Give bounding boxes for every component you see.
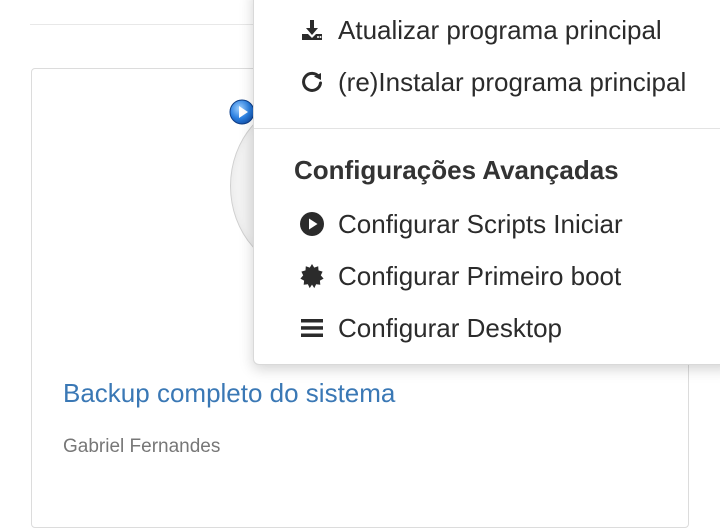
menu-item-label: Configurar Desktop xyxy=(338,312,562,343)
menu-section-header: Configurações Avançadas xyxy=(294,155,619,185)
menu-item-reinstall-main[interactable]: (re)Instalar programa principal xyxy=(298,62,686,102)
download-icon xyxy=(298,16,326,44)
card-author: Gabriel Fernandes xyxy=(63,436,221,457)
menu-divider xyxy=(254,128,720,129)
refresh-icon xyxy=(298,68,326,96)
menu-item-label: Configurar Primeiro boot xyxy=(338,260,622,291)
menu-item-configure-first-boot[interactable]: Configurar Primeiro boot xyxy=(298,256,621,296)
menu-item-label: (re)Instalar programa principal xyxy=(338,66,687,97)
menu-item-configure-scripts[interactable]: Configurar Scripts Iniciar xyxy=(298,204,623,244)
certificate-icon xyxy=(298,262,326,290)
menu-item-update-main[interactable]: Atualizar programa principal xyxy=(298,10,662,50)
menu-item-configure-desktop[interactable]: Configurar Desktop xyxy=(298,308,562,348)
play-icon[interactable] xyxy=(229,99,255,125)
play-circle-icon xyxy=(298,210,326,238)
menu-item-label: Configurar Scripts Iniciar xyxy=(338,208,623,239)
dropdown-menu: Atualizar programa principal (re)Instala… xyxy=(253,0,720,365)
card-title-link[interactable]: Backup completo do sistema xyxy=(63,378,395,409)
bars-icon xyxy=(298,314,326,342)
menu-item-label: Atualizar programa principal xyxy=(338,14,662,45)
